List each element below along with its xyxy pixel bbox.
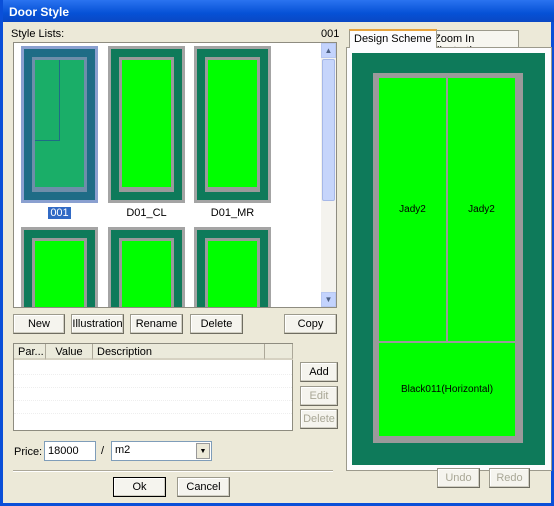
delete-style-button[interactable]: Delete [190, 314, 243, 334]
add-button[interactable]: Add [300, 362, 338, 382]
redo-button[interactable]: Redo [489, 468, 530, 488]
door-border: Jady2 Jady2 Black011(Horizontal) [373, 73, 523, 443]
chevron-down-icon[interactable]: ▼ [196, 443, 210, 459]
current-style-label: 001 [321, 28, 340, 40]
rename-button[interactable]: Rename [130, 314, 183, 334]
door-panel[interactable]: Jady2 [379, 78, 446, 341]
unit-value: m2 [115, 444, 131, 456]
column-header-description[interactable]: Description [93, 344, 265, 360]
price-separator: / [101, 445, 105, 457]
style-label[interactable]: D01_CL [108, 207, 185, 219]
style-thumb-d01-cl[interactable] [108, 46, 185, 203]
price-input[interactable] [44, 441, 96, 461]
delete-parameter-button[interactable]: Delete [300, 409, 338, 429]
column-header-par[interactable]: Par... [14, 344, 46, 360]
column-header-empty[interactable] [265, 344, 293, 360]
style-thumb-001[interactable] [21, 46, 98, 203]
style-list[interactable]: 001 D01_CL D01_MR ▲ ▼ [13, 42, 337, 308]
style-label[interactable]: D01_MR [194, 207, 271, 219]
door-panel[interactable]: Jady2 [448, 78, 515, 341]
column-header-value[interactable]: Value [46, 344, 93, 360]
tab-zoom-in-illustration[interactable]: Zoom In Illustration [429, 30, 519, 57]
scroll-up-icon[interactable]: ▲ [321, 43, 336, 58]
design-panel: Jady2 Jady2 Black011(Horizontal) [346, 47, 552, 471]
style-label[interactable]: 001 [21, 207, 98, 219]
price-label: Price: [14, 446, 43, 458]
separator [13, 470, 333, 472]
unit-select[interactable]: m2 ▼ [111, 441, 212, 461]
vertical-scrollbar[interactable]: ▲ ▼ [321, 43, 336, 307]
style-lists-label: Style Lists: [11, 28, 65, 40]
parameter-table[interactable]: Par... Value Description [13, 343, 293, 431]
style-thumb[interactable] [194, 227, 271, 307]
scroll-thumb[interactable] [322, 59, 335, 201]
scroll-down-icon[interactable]: ▼ [321, 292, 336, 307]
title-bar: Door Style [3, 0, 554, 22]
undo-button[interactable]: Undo [437, 468, 480, 488]
style-thumb[interactable] [108, 227, 185, 307]
tab-design-scheme[interactable]: Design Scheme [349, 29, 437, 48]
cancel-button[interactable]: Cancel [177, 477, 230, 497]
style-thumb[interactable] [21, 227, 98, 307]
door-frame: Jady2 Jady2 Black011(Horizontal) [352, 53, 545, 465]
illustration-button[interactable]: Illustration [71, 314, 124, 334]
door-style-dialog: Door Style Style Lists: 001 001 D01_CL D… [0, 0, 554, 506]
edit-button[interactable]: Edit [300, 386, 338, 406]
new-button[interactable]: New [13, 314, 65, 334]
ok-button[interactable]: Ok [113, 477, 166, 497]
style-thumb-d01-mr[interactable] [194, 46, 271, 203]
door-panel[interactable]: Black011(Horizontal) [379, 343, 515, 436]
copy-button[interactable]: Copy [284, 314, 337, 334]
